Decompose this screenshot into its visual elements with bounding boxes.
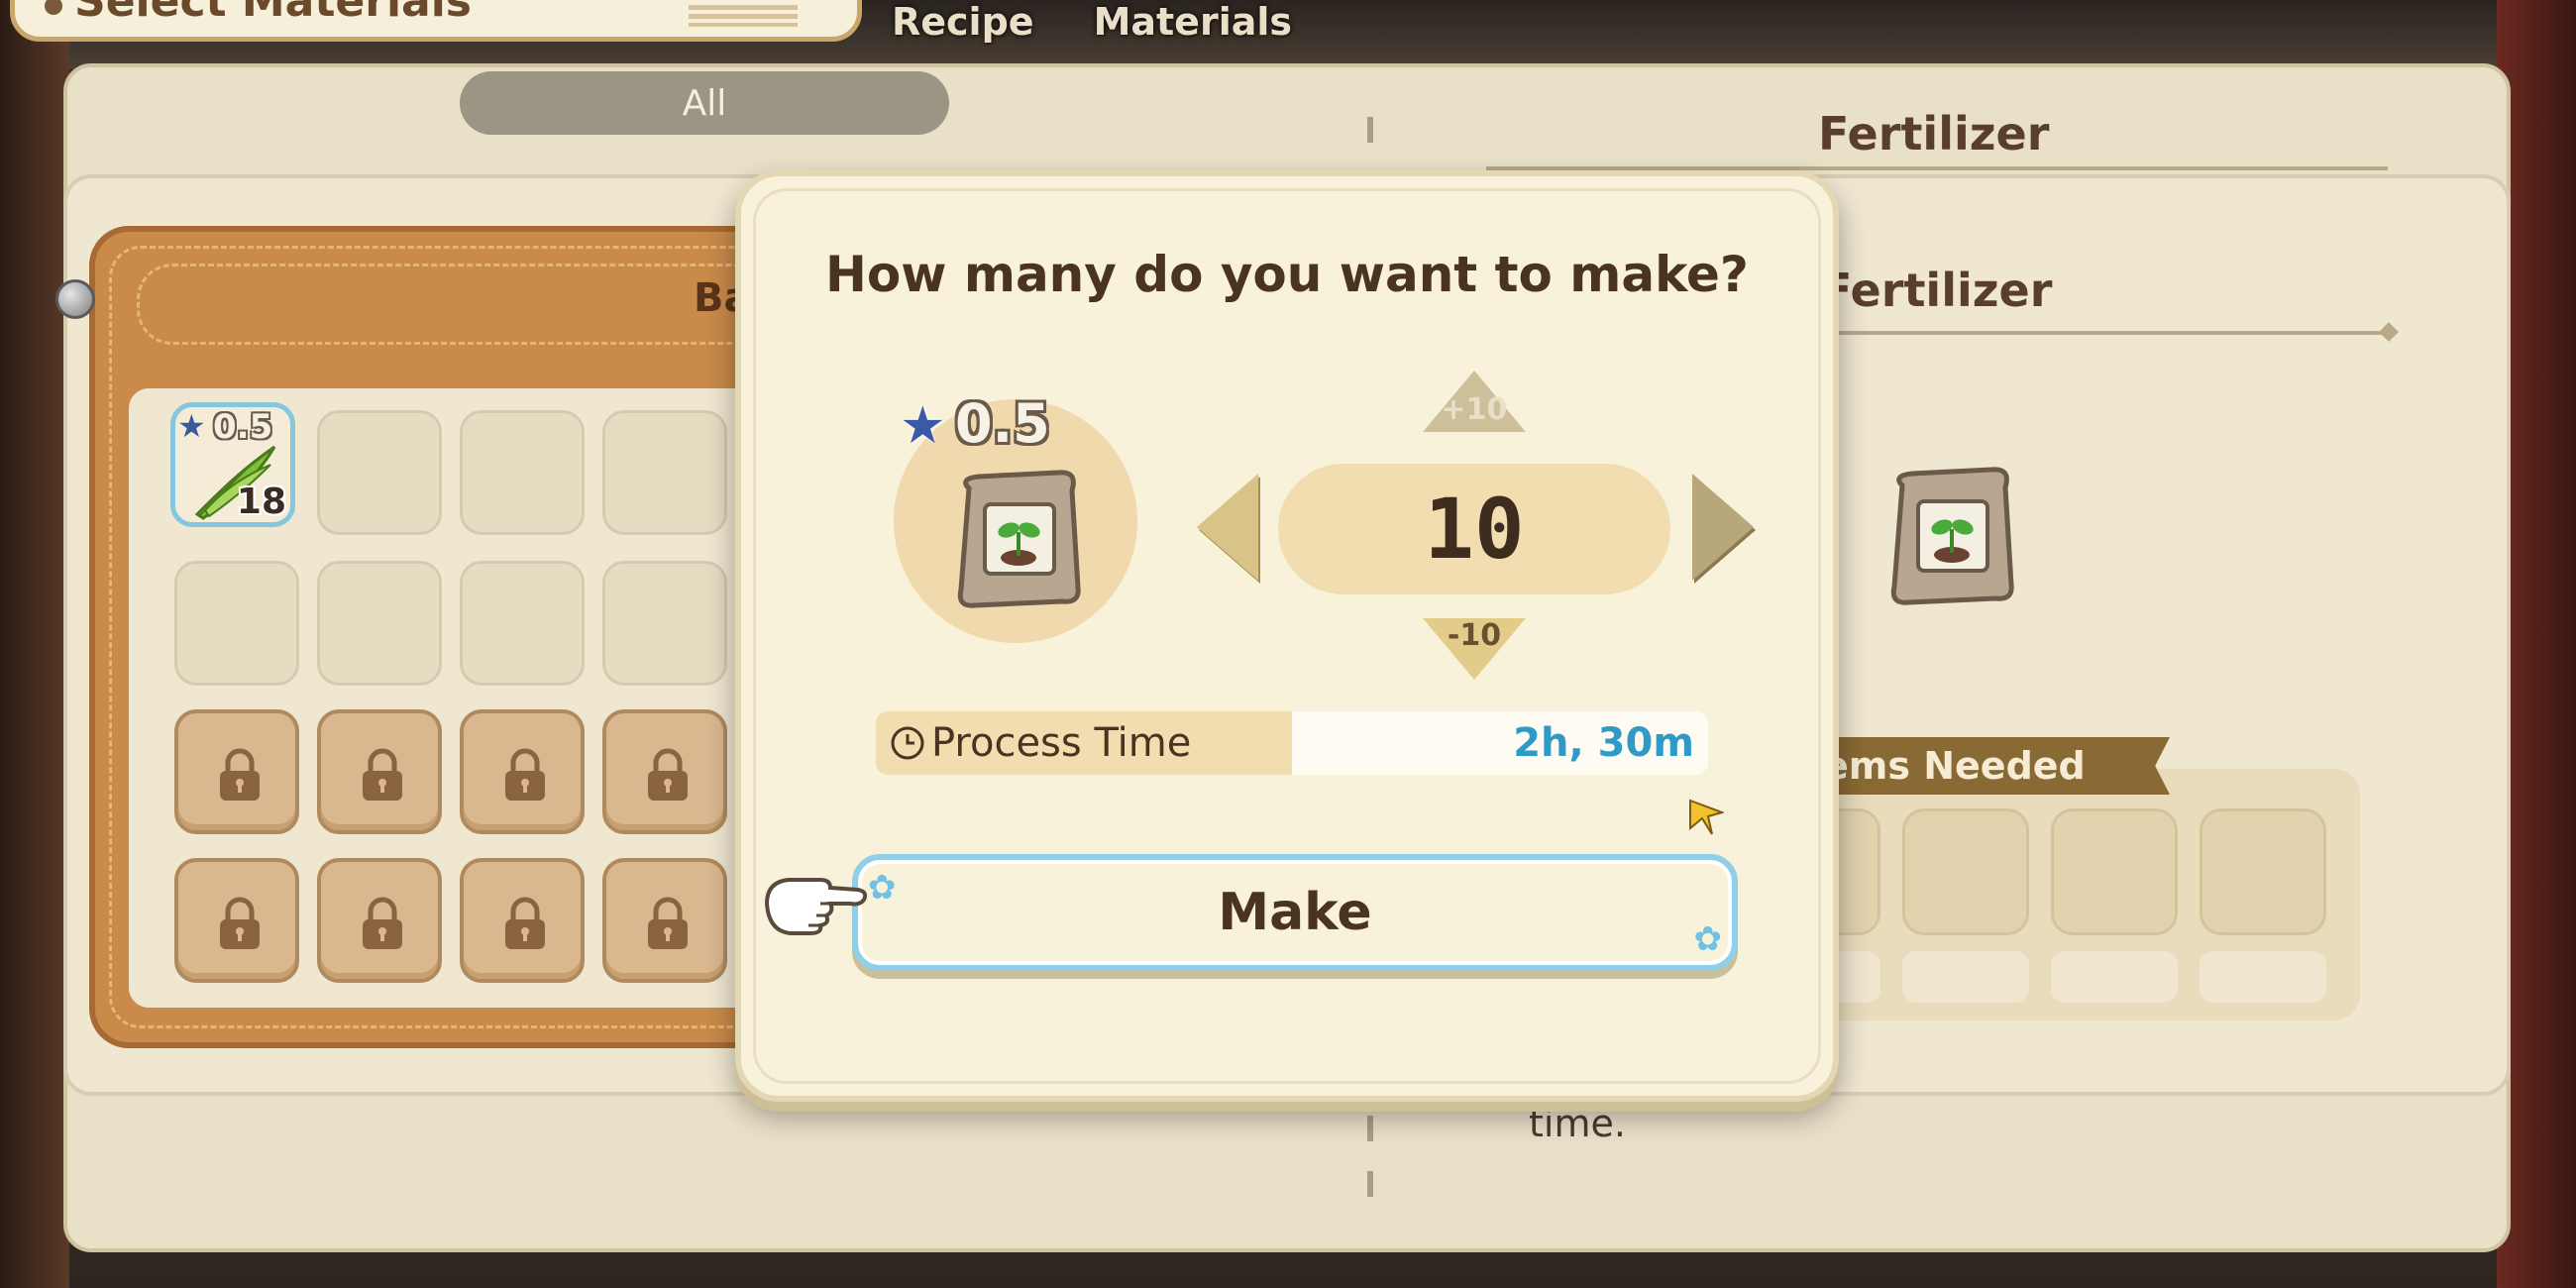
fertilizer-sack-icon bbox=[957, 470, 1081, 608]
inventory-slot-locked bbox=[602, 858, 727, 983]
lock-icon bbox=[648, 897, 688, 949]
lock-icon bbox=[220, 748, 260, 801]
filter-all-tab[interactable]: All bbox=[460, 71, 949, 135]
needed-item-slot[interactable] bbox=[2051, 808, 2178, 935]
tab-materials[interactable]: Materials bbox=[1094, 0, 1292, 44]
inventory-slot-grass[interactable]: ★ 0.5 18 bbox=[170, 402, 295, 527]
needed-item-slot[interactable] bbox=[1902, 808, 2029, 935]
inventory-slot-locked bbox=[174, 858, 299, 983]
needed-item-count bbox=[2051, 951, 2178, 1003]
inventory-slot-locked bbox=[460, 858, 585, 983]
flower-icon: ✿ bbox=[868, 868, 897, 908]
inventory-slot-empty[interactable] bbox=[317, 410, 442, 535]
increase-label: +10 bbox=[1441, 392, 1508, 427]
needed-item-count bbox=[1902, 951, 2029, 1003]
needed-item-count bbox=[2200, 951, 2326, 1003]
tab-recipe[interactable]: Recipe bbox=[892, 0, 1034, 44]
needed-item-slot[interactable] bbox=[2200, 808, 2326, 935]
process-time-label-cell: Process Time bbox=[876, 711, 1292, 775]
process-time-label: Process Time bbox=[931, 720, 1192, 766]
product-rating: 0.5 bbox=[955, 392, 1050, 455]
top-tabs: Recipe Materials bbox=[892, 0, 1292, 44]
title-decoration bbox=[689, 5, 798, 27]
clock-icon bbox=[891, 726, 924, 760]
lock-icon bbox=[648, 748, 688, 801]
lock-icon bbox=[363, 897, 402, 949]
lock-icon bbox=[363, 748, 402, 801]
decrease-label: -10 bbox=[1447, 618, 1502, 653]
decrease-by-10-button[interactable]: -10 bbox=[1423, 618, 1526, 684]
inventory-slot-locked bbox=[460, 709, 585, 834]
decrease-arrow-button[interactable] bbox=[1197, 474, 1258, 581]
inventory-slot-locked bbox=[174, 709, 299, 834]
quantity-dialog: How many do you want to make? ★ 0.5 +10 … bbox=[735, 170, 1839, 1102]
process-time-value-cell: 2h, 30m bbox=[1292, 711, 1708, 775]
cursor-arrow-icon bbox=[1689, 799, 1724, 835]
process-time-value: 2h, 30m bbox=[1513, 720, 1694, 766]
items-needed-label: ems Needed bbox=[1823, 744, 2086, 788]
inventory-slot-locked bbox=[317, 858, 442, 983]
increase-by-10-button[interactable]: +10 bbox=[1423, 371, 1526, 436]
items-needed-ribbon: ems Needed bbox=[1803, 737, 2170, 795]
make-button[interactable]: ✿ Make ✿ bbox=[852, 854, 1738, 971]
dialog-question: How many do you want to make? bbox=[825, 246, 1749, 303]
inventory-slot-empty[interactable] bbox=[460, 410, 585, 535]
process-time-row: Process Time 2h, 30m bbox=[876, 711, 1708, 775]
description-text: time. bbox=[1529, 1102, 1626, 1145]
fertilizer-sack-icon bbox=[1890, 467, 2014, 605]
title-bullet-icon bbox=[45, 0, 62, 15]
flower-icon: ✿ bbox=[1693, 919, 1723, 959]
pointing-hand-icon bbox=[764, 878, 868, 935]
lock-icon bbox=[505, 748, 545, 801]
quantity-value: 10 bbox=[1278, 464, 1670, 594]
star-icon: ★ bbox=[177, 407, 206, 445]
lock-icon bbox=[505, 897, 545, 949]
increase-arrow-button[interactable] bbox=[1692, 474, 1754, 581]
background-left-beam bbox=[0, 0, 69, 1288]
make-button-label: Make bbox=[1218, 883, 1372, 942]
inventory-slot-empty[interactable] bbox=[174, 561, 299, 686]
page-title-bar: Select Materials bbox=[10, 0, 862, 42]
recipe-title-back: Fertilizer bbox=[1818, 107, 2050, 161]
inventory-slot-empty[interactable] bbox=[460, 561, 585, 686]
inventory-slot-locked bbox=[602, 709, 727, 834]
page-title: Select Materials bbox=[74, 0, 472, 27]
inventory-slot-empty[interactable] bbox=[317, 561, 442, 686]
item-count: 18 bbox=[236, 482, 286, 522]
recipe-title: Fertilizer bbox=[1821, 264, 2053, 317]
star-icon: ★ bbox=[900, 396, 946, 456]
title-underline bbox=[1823, 331, 2388, 335]
inventory-slot-empty[interactable] bbox=[602, 410, 727, 535]
bag-knob-icon bbox=[55, 279, 95, 319]
lock-icon bbox=[220, 897, 260, 949]
inventory-slot-locked bbox=[317, 709, 442, 834]
inventory-slot-empty[interactable] bbox=[602, 561, 727, 686]
